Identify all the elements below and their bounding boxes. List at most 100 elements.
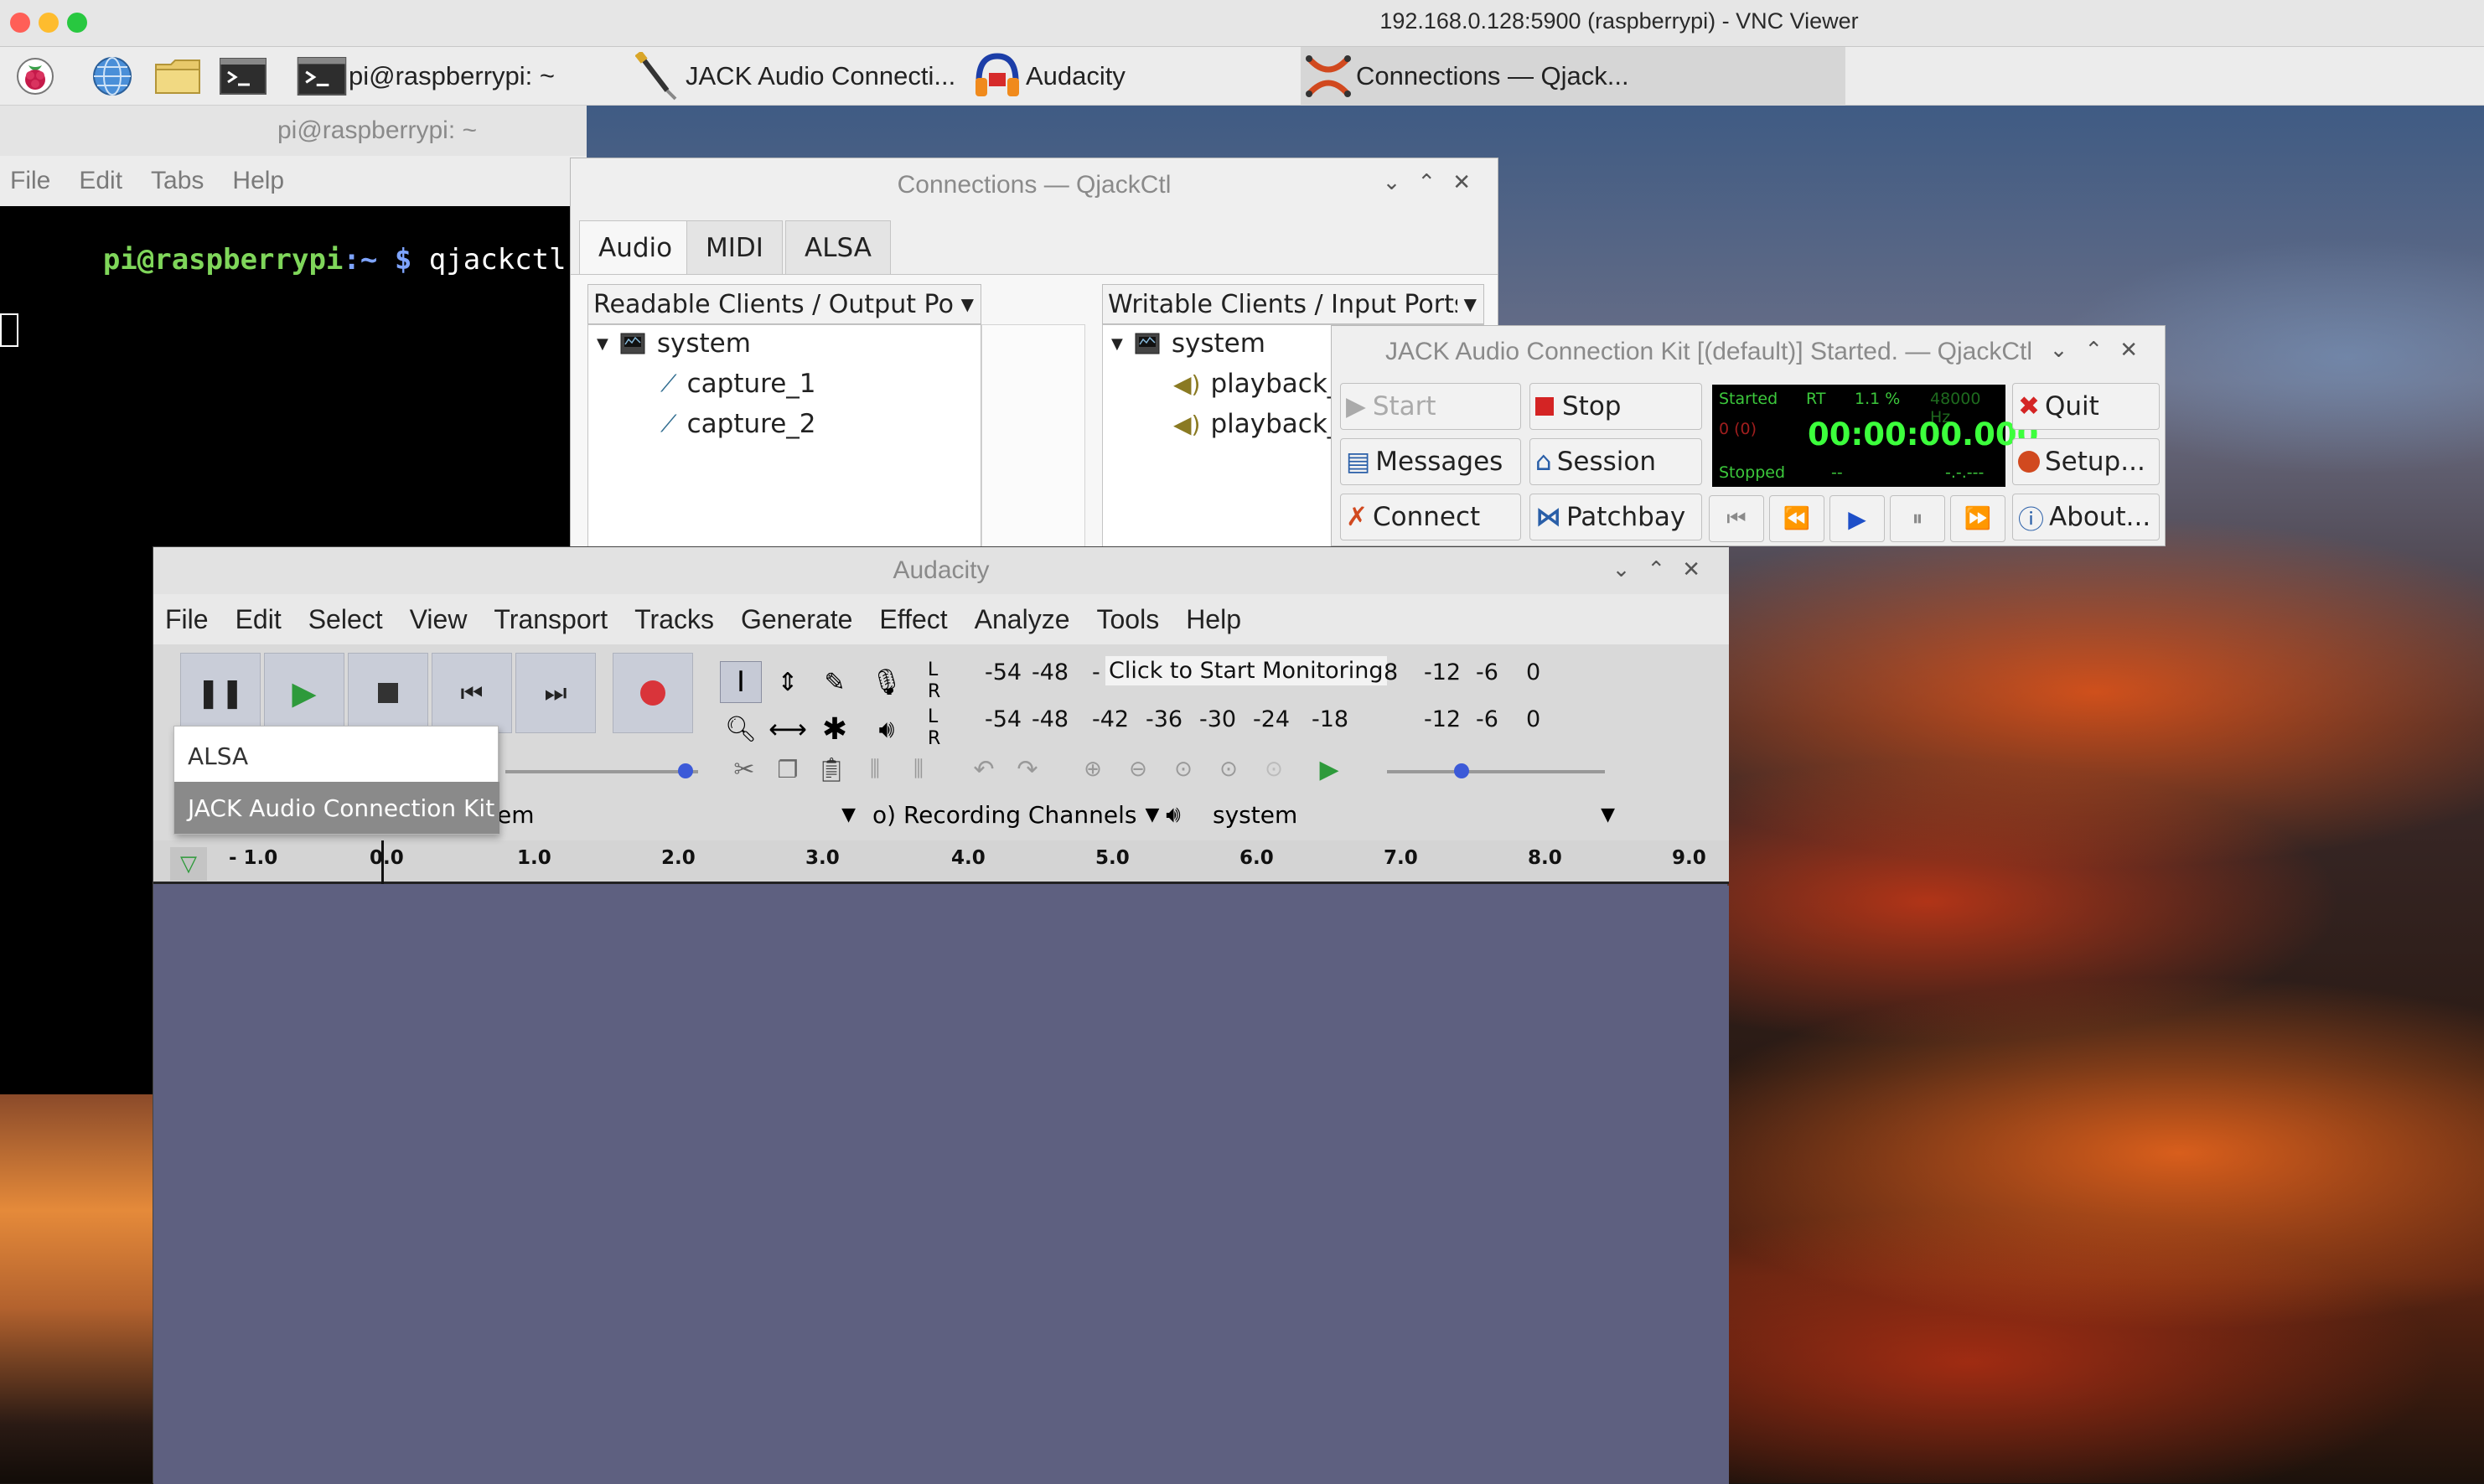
session-button[interactable]: ⌂ Session bbox=[1529, 438, 1702, 485]
minimize-icon[interactable]: ⌄ bbox=[1612, 557, 1648, 582]
start-monitoring-prompt[interactable]: Click to Start Monitoring bbox=[1105, 656, 1387, 685]
jack-status-display[interactable]: Started RT 1.1 % 48000 Hz 0 (0) 00:00:00… bbox=[1712, 385, 2038, 487]
trim-button[interactable]: ⫼ bbox=[854, 748, 896, 790]
terminal-menu-edit[interactable]: Edit bbox=[79, 167, 122, 195]
readable-clients-tree[interactable]: ▼ system ⟋ capture_1 ⟋ capture_2 bbox=[587, 324, 981, 551]
terminal-menu-tabs[interactable]: Tabs bbox=[151, 167, 204, 195]
timeline-options-button[interactable]: ▽ bbox=[170, 847, 207, 881]
taskbar-task-terminal[interactable]: pi@raspberrypi: ~ bbox=[295, 47, 605, 106]
play-speed-slider-track[interactable] bbox=[1387, 770, 1605, 773]
menu-generate[interactable]: Generate bbox=[741, 604, 852, 635]
collapse-arrow-icon[interactable]: ▼ bbox=[1111, 335, 1123, 353]
writable-clients-combo[interactable]: Writable Clients / Input Ports ▼ bbox=[1102, 284, 1484, 324]
redo-button[interactable]: ↷ bbox=[1007, 748, 1048, 790]
host-device-combo[interactable]: em ▼ bbox=[497, 795, 866, 834]
transport-pause-button[interactable]: ⏸ bbox=[1890, 495, 1945, 542]
multi-tool-button[interactable]: ✱ bbox=[814, 708, 856, 750]
zoom-tool-button[interactable]: 🔍︎ bbox=[720, 708, 762, 750]
menu-tools[interactable]: Tools bbox=[1096, 604, 1159, 635]
zoom-in-button[interactable]: ⊕ bbox=[1072, 748, 1114, 790]
time-shift-tool-button[interactable]: ⟷ bbox=[767, 708, 809, 750]
taskbar-task-jack[interactable]: JACK Audio Connecti... bbox=[630, 47, 964, 106]
menu-file[interactable]: File bbox=[165, 604, 209, 635]
tree-item-capture-1[interactable]: ⟋ capture_1 bbox=[660, 369, 816, 399]
readable-clients-combo[interactable]: Readable Clients / Output Ports ▼ bbox=[587, 284, 981, 324]
track-area[interactable] bbox=[153, 886, 1729, 1484]
quit-button[interactable]: ✖ Quit bbox=[2012, 383, 2160, 430]
skip-to-end-button[interactable]: ⏭ bbox=[515, 653, 596, 733]
menu-help[interactable]: Help bbox=[1186, 604, 1241, 635]
menu-edit[interactable]: Edit bbox=[235, 604, 282, 635]
dropdown-option-alsa[interactable]: ALSA bbox=[174, 730, 499, 782]
volume-slider-track[interactable] bbox=[505, 770, 698, 773]
volume-slider-thumb[interactable] bbox=[678, 763, 693, 778]
skip-to-start-button[interactable]: ⏮ bbox=[432, 653, 512, 733]
browser-globe-icon[interactable] bbox=[89, 54, 136, 99]
close-icon[interactable]: ✕ bbox=[2119, 338, 2155, 363]
connect-button[interactable]: ✗ Connect bbox=[1340, 494, 1521, 540]
minimize-icon[interactable]: ⌄ bbox=[1383, 170, 1418, 195]
maximize-icon[interactable]: ⌃ bbox=[1417, 170, 1452, 195]
taskbar-task-connections[interactable]: Connections — Qjack... bbox=[1301, 47, 1845, 106]
rewind-button[interactable]: ⏪ bbox=[1769, 495, 1824, 542]
messages-button[interactable]: ▤ Messages bbox=[1340, 438, 1521, 485]
terminal-icon[interactable] bbox=[220, 54, 267, 99]
about-button[interactable]: ⓘ About... bbox=[2012, 494, 2160, 540]
maximize-icon[interactable]: ⌃ bbox=[1647, 557, 1682, 582]
rewind-to-start-button[interactable]: ⏮ bbox=[1709, 495, 1764, 542]
terminal-output[interactable]: pi@raspberrypi:~ $ qjackctl bbox=[0, 209, 567, 347]
playback-meter[interactable]: -54 -48 -42 -36 -30 -24 -18 -12 -6 0 bbox=[950, 698, 1687, 740]
fast-forward-button[interactable]: ⏩ bbox=[1950, 495, 2005, 542]
menu-analyze[interactable]: Analyze bbox=[975, 604, 1070, 635]
cut-button[interactable]: ✂ bbox=[723, 748, 765, 790]
tree-item-playback-1[interactable]: ◀) playback_1 bbox=[1173, 369, 1357, 399]
transport-play-button[interactable]: ▶ bbox=[1829, 495, 1885, 542]
play-button[interactable]: ▶ bbox=[264, 653, 344, 733]
stop-button[interactable]: Stop bbox=[1529, 383, 1702, 430]
stop-button[interactable] bbox=[348, 653, 428, 733]
terminal-menu-help[interactable]: Help bbox=[232, 167, 284, 195]
file-manager-icon[interactable] bbox=[154, 54, 201, 99]
tab-audio[interactable]: Audio bbox=[579, 220, 692, 274]
tab-alsa[interactable]: ALSA bbox=[785, 220, 891, 274]
close-icon[interactable]: ✕ bbox=[1452, 170, 1488, 195]
tree-item-playback-2[interactable]: ◀) playback_2 bbox=[1173, 409, 1357, 439]
tree-item-capture-2[interactable]: ⟋ capture_2 bbox=[660, 409, 816, 439]
play-speed-slider-thumb[interactable] bbox=[1454, 763, 1469, 778]
raspberry-menu-icon[interactable] bbox=[12, 54, 59, 99]
selection-tool-button[interactable]: I bbox=[720, 661, 762, 703]
copy-button[interactable]: ❐ bbox=[767, 748, 809, 790]
patchbay-button[interactable]: ⋈ Patchbay bbox=[1529, 494, 1702, 540]
menu-view[interactable]: View bbox=[410, 604, 468, 635]
record-button[interactable] bbox=[613, 653, 693, 733]
tree-item-system[interactable]: ▼ system bbox=[597, 328, 751, 359]
collapse-arrow-icon[interactable]: ▼ bbox=[597, 335, 608, 353]
maximize-icon[interactable]: ⌃ bbox=[2084, 338, 2119, 363]
zoom-out-button[interactable]: ⊖ bbox=[1117, 748, 1159, 790]
playback-device-combo[interactable]: system ▼ bbox=[1203, 795, 1630, 834]
draw-tool-button[interactable]: ✎ bbox=[814, 661, 856, 703]
dropdown-option-jack[interactable]: JACK Audio Connection Kit bbox=[174, 782, 499, 834]
close-icon[interactable]: ✕ bbox=[1682, 557, 1717, 582]
zoom-toggle-button[interactable]: ⊙ bbox=[1253, 748, 1295, 790]
paste-button[interactable]: 📋︎ bbox=[810, 748, 852, 790]
minimize-icon[interactable]: ⌄ bbox=[2050, 338, 2085, 363]
connections-lines-area[interactable] bbox=[981, 324, 1085, 551]
play-at-speed-button[interactable]: ▶ bbox=[1308, 748, 1350, 790]
taskbar-task-audacity[interactable]: Audacity bbox=[969, 47, 1304, 106]
record-meter[interactable]: -54 -48 - Click to Start Monitoring 8 -1… bbox=[950, 651, 1687, 693]
record-meter-button[interactable]: 🎙︎ bbox=[866, 661, 908, 703]
menu-select[interactable]: Select bbox=[308, 604, 383, 635]
timeline-ruler[interactable]: ▽ - 1.0 0.0 1.0 2.0 3.0 4.0 5.0 6.0 7.0 … bbox=[153, 840, 1729, 884]
envelope-tool-button[interactable]: ⇕ bbox=[767, 661, 809, 703]
audio-host-dropdown[interactable]: ALSA JACK Audio Connection Kit bbox=[173, 726, 499, 835]
tree-item-system[interactable]: ▼ system bbox=[1111, 328, 1265, 359]
menu-effect[interactable]: Effect bbox=[879, 604, 947, 635]
start-button[interactable]: ▶ Start bbox=[1340, 383, 1521, 430]
menu-tracks[interactable]: Tracks bbox=[634, 604, 714, 635]
setup-button[interactable]: Setup... bbox=[2012, 438, 2160, 485]
terminal-menu-file[interactable]: File bbox=[10, 167, 50, 195]
undo-button[interactable]: ↶ bbox=[963, 748, 1005, 790]
playback-meter-button[interactable]: 🔊︎ bbox=[866, 708, 908, 750]
fit-selection-button[interactable]: ⊙ bbox=[1162, 748, 1204, 790]
